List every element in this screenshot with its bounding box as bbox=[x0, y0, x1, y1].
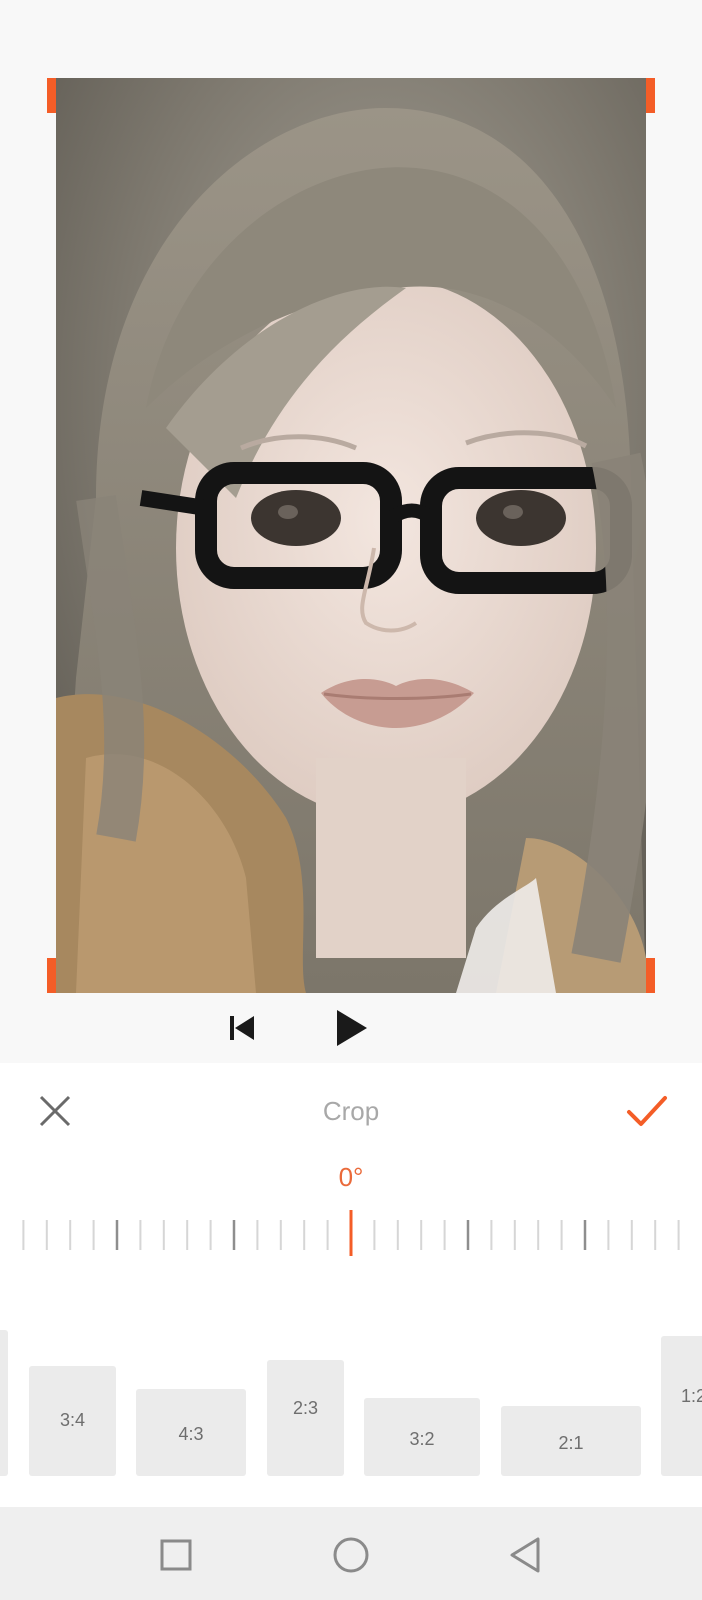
crop-handle-top-left[interactable] bbox=[47, 78, 56, 113]
aspect-ratio-label: 1:2 bbox=[681, 1386, 702, 1406]
aspect-ratio-label: 2:1 bbox=[558, 1433, 584, 1453]
triangle-back-icon bbox=[510, 1537, 540, 1573]
crop-preview-area bbox=[0, 0, 702, 1063]
home-button[interactable] bbox=[331, 1535, 371, 1575]
aspect-ratio-2-1[interactable]: 2:1 bbox=[501, 1406, 641, 1476]
play-button[interactable] bbox=[334, 1008, 370, 1048]
back-button[interactable] bbox=[506, 1535, 546, 1575]
aspect-ratio-label: 2:3 bbox=[292, 1398, 319, 1418]
aspect-ratio-list: 3:4 4:3 2:3 3:2 2:1 1:2 bbox=[0, 1320, 702, 1480]
confirm-button[interactable] bbox=[626, 1092, 668, 1130]
aspect-ratio-label: 3:4 bbox=[59, 1410, 86, 1430]
square-icon bbox=[160, 1539, 192, 1571]
aspect-ratio-label: 4:3 bbox=[178, 1424, 204, 1444]
rotation-ruler-ticks bbox=[22, 1210, 680, 1256]
crop-handle-top-right[interactable] bbox=[646, 78, 655, 113]
aspect-ratio-3-4[interactable]: 3:4 bbox=[29, 1366, 116, 1476]
system-navigation-bar bbox=[0, 1507, 702, 1600]
playback-controls bbox=[0, 1008, 702, 1048]
photo-being-cropped[interactable] bbox=[56, 78, 646, 993]
play-icon bbox=[337, 1010, 367, 1046]
skip-to-start-icon bbox=[230, 1016, 254, 1040]
aspect-ratio-2-3[interactable]: 2:3 bbox=[267, 1360, 344, 1476]
doll-portrait-image bbox=[56, 78, 646, 993]
rotation-angle-value: 0° bbox=[338, 1162, 364, 1192]
rotation-ruler-slider[interactable] bbox=[0, 1200, 702, 1260]
aspect-ratio-3-2[interactable]: 3:2 bbox=[364, 1398, 480, 1476]
recent-apps-button[interactable] bbox=[156, 1535, 196, 1575]
aspect-ratio-1-2[interactable]: 1:2 bbox=[661, 1336, 702, 1476]
checkmark-icon bbox=[627, 1096, 667, 1126]
aspect-ratio-partial-left[interactable] bbox=[0, 1330, 8, 1476]
circle-icon bbox=[333, 1537, 369, 1573]
aspect-ratio-4-3[interactable]: 4:3 bbox=[136, 1389, 246, 1476]
crop-handle-bottom-left[interactable] bbox=[47, 958, 56, 993]
aspect-ratio-label: 3:2 bbox=[409, 1429, 435, 1449]
skip-to-start-button[interactable] bbox=[228, 1008, 256, 1048]
crop-handle-bottom-right[interactable] bbox=[646, 958, 655, 993]
panel-title: Crop bbox=[322, 1096, 380, 1126]
